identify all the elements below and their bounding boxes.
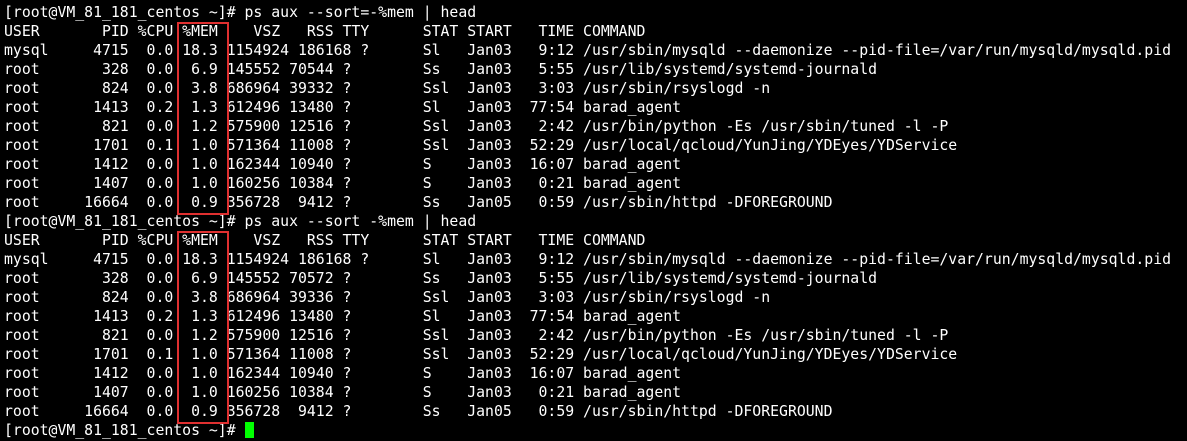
terminal-line: root 328 0.0 6.9 145552 70544 ? Ss Jan03… — [4, 61, 878, 78]
terminal-line: root 1412 0.0 1.0 162344 10940 ? S Jan03… — [4, 365, 682, 382]
terminal-line: root 1701 0.1 1.0 571364 11008 ? Ssl Jan… — [4, 346, 958, 363]
terminal-line: root 1412 0.0 1.0 162344 10940 ? S Jan03… — [4, 156, 682, 173]
terminal-line: root 1407 0.0 1.0 160256 10384 ? S Jan03… — [4, 384, 682, 401]
terminal-line: USER PID %CPU %MEM VSZ RSS TTY STAT STAR… — [4, 232, 646, 249]
terminal-line: root 824 0.0 3.8 686964 39332 ? Ssl Jan0… — [4, 80, 771, 97]
terminal-line: USER PID %CPU %MEM VSZ RSS TTY STAT STAR… — [4, 23, 646, 40]
terminal-window[interactable]: [root@VM_81_181_centos ~]# ps aux --sort… — [0, 0, 1187, 441]
terminal-line: mysql 4715 0.0 18.3 1154924 186168 ? Sl … — [4, 251, 1172, 268]
terminal-line: root 1413 0.2 1.3 612496 13480 ? Sl Jan0… — [4, 99, 682, 116]
terminal-line: [root@VM_81_181_centos ~]# ps aux --sort… — [4, 4, 477, 21]
terminal-line: root 1701 0.1 1.0 571364 11008 ? Ssl Jan… — [4, 137, 958, 154]
terminal-line: root 16664 0.0 0.9 356728 9412 ? Ss Jan0… — [4, 194, 833, 211]
terminal-prompt-line[interactable]: [root@VM_81_181_centos ~]# — [4, 421, 1187, 440]
terminal-line: root 16664 0.0 0.9 356728 9412 ? Ss Jan0… — [4, 403, 833, 420]
terminal-line: root 821 0.0 1.2 575900 12516 ? Ssl Jan0… — [4, 118, 949, 135]
cursor-block — [244, 422, 254, 438]
terminal-line: root 1407 0.0 1.0 160256 10384 ? S Jan03… — [4, 175, 682, 192]
terminal-line: root 824 0.0 3.8 686964 39336 ? Ssl Jan0… — [4, 289, 771, 306]
terminal-line: mysql 4715 0.0 18.3 1154924 186168 ? Sl … — [4, 42, 1172, 59]
terminal-line: root 1413 0.2 1.3 612496 13480 ? Sl Jan0… — [4, 308, 682, 325]
terminal-line: [root@VM_81_181_centos ~]# ps aux --sort… — [4, 213, 477, 230]
prompt-text: [root@VM_81_181_centos ~]# — [4, 422, 245, 439]
terminal-line: root 328 0.0 6.9 145552 70572 ? Ss Jan03… — [4, 270, 878, 287]
terminal-line: root 821 0.0 1.2 575900 12516 ? Ssl Jan0… — [4, 327, 949, 344]
